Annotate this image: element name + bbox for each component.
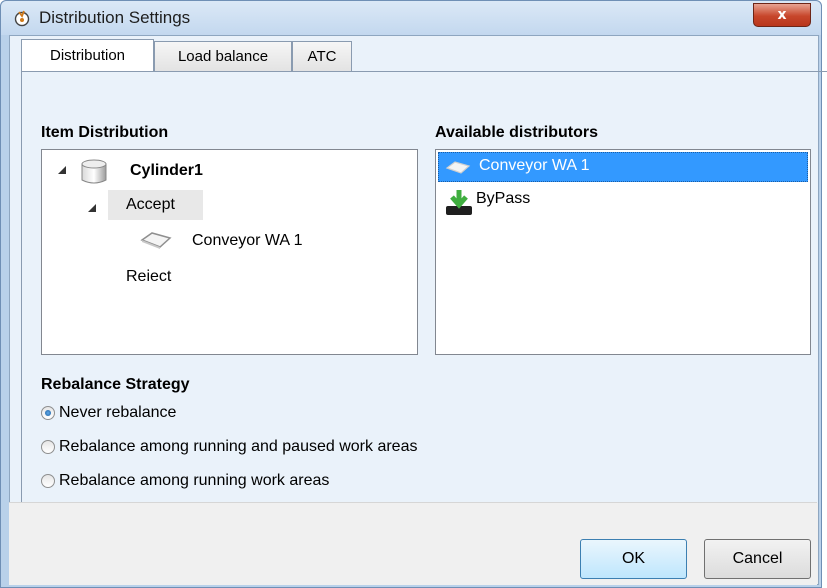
ok-button[interactable]: OK	[580, 539, 687, 579]
cancel-button[interactable]: Cancel	[704, 539, 811, 579]
item-distribution-label: Item Distribution	[41, 124, 169, 141]
rebalance-strategy-label: Rebalance Strategy	[41, 376, 190, 393]
tab-label: Distribution	[49, 47, 126, 64]
tab-label: ATC	[307, 48, 337, 65]
expand-arrow-icon[interactable]	[58, 166, 66, 174]
available-distributors-label: Available distributors	[435, 124, 598, 141]
close-icon: x	[777, 7, 787, 23]
window-title: Distribution Settings	[39, 8, 191, 27]
radio-label: Rebalance among running and paused work …	[59, 438, 418, 455]
app-icon	[14, 10, 30, 27]
conveyor-icon	[445, 161, 471, 174]
radio-label: Rebalance among running work areas	[59, 472, 330, 489]
tree-item-accept[interactable]: Accept	[126, 196, 175, 214]
tree-item-conveyor-wa1[interactable]: Conveyor WA 1	[192, 232, 303, 250]
list-item-label: ByPass	[476, 190, 531, 207]
item-distribution-tree[interactable]: Cylinder1 Accept Conveyor WA 1 Reiect	[41, 149, 418, 355]
list-item-bypass[interactable]: ByPass	[438, 186, 808, 216]
expand-arrow-icon[interactable]	[88, 204, 96, 212]
bypass-icon	[446, 190, 472, 215]
radio-button[interactable]	[41, 406, 55, 420]
tree-item-reject[interactable]: Reiect	[126, 268, 171, 286]
tree-item-cylinder1[interactable]: Cylinder1	[130, 162, 203, 180]
tab-atc[interactable]: ATC	[292, 41, 352, 71]
radio-button[interactable]	[41, 474, 55, 488]
tab-load-balance[interactable]: Load balance	[154, 41, 292, 71]
conveyor-icon	[140, 232, 172, 249]
available-distributors-list[interactable]: Conveyor WA 1 ByPass	[435, 149, 811, 355]
title-bar[interactable]: Distribution Settings x	[1, 1, 821, 35]
radio-button[interactable]	[41, 440, 55, 454]
close-button[interactable]: x	[753, 3, 811, 27]
list-item-conveyor-wa1[interactable]: Conveyor WA 1	[438, 152, 808, 182]
cylinder-icon	[81, 159, 107, 184]
tab-distribution[interactable]: Distribution	[21, 39, 154, 71]
dialog-footer	[9, 502, 817, 585]
dialog-window: Distribution Settings x Distribution Loa…	[0, 0, 827, 588]
tab-label: Load balance	[177, 48, 269, 65]
radio-label: Never rebalance	[59, 404, 177, 421]
list-item-label: Conveyor WA 1	[479, 157, 590, 174]
